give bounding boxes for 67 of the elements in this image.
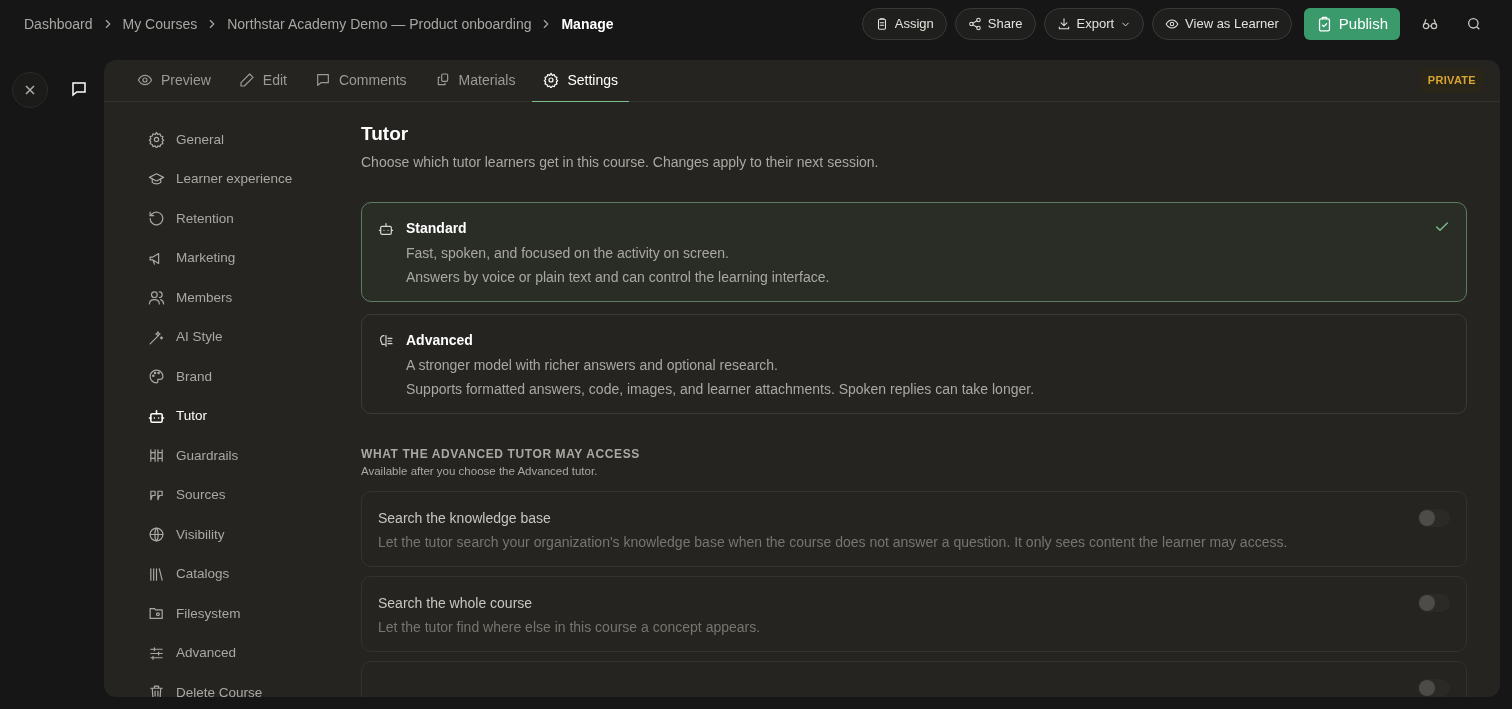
robot-icon bbox=[378, 221, 394, 237]
pencil-icon bbox=[238, 72, 255, 88]
breadcrumb-link[interactable]: My Courses bbox=[122, 13, 198, 35]
sidebar-item[interactable]: Retention bbox=[148, 199, 361, 239]
breadcrumb-link[interactable]: Northstar Academy Demo — Product onboarding bbox=[227, 13, 532, 35]
option-title: Standard bbox=[406, 219, 468, 237]
access-title: Search the knowledge base bbox=[378, 509, 552, 527]
sidebar-item[interactable]: Brand bbox=[148, 357, 361, 397]
people-icon bbox=[148, 289, 165, 307]
option-description: Fast, spoken, and focused on the activity on screen. bbox=[406, 244, 730, 263]
globe-icon bbox=[148, 526, 165, 544]
palette-icon bbox=[148, 368, 165, 386]
option-title: Advanced bbox=[406, 331, 474, 349]
gear-icon bbox=[148, 131, 165, 149]
sidebar-item[interactable]: Learner experience bbox=[148, 159, 361, 199]
close-icon bbox=[24, 84, 36, 96]
gear-icon bbox=[543, 72, 560, 88]
sidebar-item[interactable]: Advanced bbox=[148, 633, 361, 673]
breadcrumb-link[interactable]: Dashboard bbox=[24, 13, 93, 35]
sidebar-item[interactable]: Marketing bbox=[148, 238, 361, 278]
action-button[interactable]: Export bbox=[1043, 8, 1145, 40]
private-badge: PRIVATE bbox=[1419, 68, 1484, 93]
sidebar-item[interactable]: Tutor bbox=[148, 396, 361, 436]
access-description: Let the tutor search your organization's knowledge base when the course does not answer a question. It only sees content the learner may access. bbox=[378, 533, 1289, 551]
share-icon bbox=[967, 17, 982, 31]
option-description: Supports formatted answers, code, images, and learner attachments. Spoken replies can take longer. bbox=[406, 380, 1036, 399]
fence-icon bbox=[148, 447, 165, 465]
comment-icon bbox=[314, 72, 331, 88]
sidebar-item[interactable]: Guardrails bbox=[148, 436, 361, 476]
sidebar-item[interactable]: Filesystem bbox=[148, 594, 361, 634]
option-description: Answers by voice or plain text and can control the learning interface. bbox=[406, 268, 831, 287]
robot-icon bbox=[148, 407, 165, 425]
section-title: Tutor bbox=[361, 122, 410, 146]
sidebar-item[interactable]: Sources bbox=[148, 475, 361, 515]
tutor-option[interactable]: Standard Fast, spoken, and focused on the activity on screen. Answers by voice or plain text and can control the learning interface. bbox=[361, 202, 1467, 302]
tab[interactable]: Materials bbox=[423, 60, 527, 102]
access-title: Search the whole course bbox=[378, 594, 534, 612]
action-button[interactable]: Share bbox=[954, 8, 1036, 40]
tab[interactable]: Comments bbox=[303, 60, 418, 102]
rotate-icon bbox=[148, 210, 165, 228]
option-description: A stronger model with richer answers and optional research. bbox=[406, 356, 779, 375]
access-note: Available after you choose the Advanced tutor. bbox=[361, 464, 599, 479]
tutor-option[interactable]: Advanced A stronger model with richer answers and optional research. Supports formatted answers, code, images, and learner attachments. Spoken replies can take longer. bbox=[361, 314, 1467, 414]
publish-button[interactable]: Publish bbox=[1303, 8, 1400, 40]
magic-wand-icon bbox=[148, 328, 165, 346]
sidebar-item[interactable]: Catalogs bbox=[148, 554, 361, 594]
library-icon bbox=[148, 565, 165, 583]
sliders-icon bbox=[148, 644, 165, 662]
section-description: Choose which tutor learners get in this course. Changes apply to their next session. bbox=[361, 153, 880, 172]
sidebar-item[interactable]: Visibility bbox=[148, 515, 361, 555]
action-button[interactable]: Assign bbox=[861, 8, 947, 40]
action-button[interactable]: View as Learner bbox=[1152, 8, 1292, 40]
access-description: Let the tutor find where else in this course a concept appears. bbox=[378, 618, 762, 636]
sidebar-item[interactable]: General bbox=[148, 120, 361, 160]
download-icon bbox=[1056, 17, 1071, 31]
graduation-cap-icon bbox=[148, 170, 165, 188]
access-heading: WHAT THE ADVANCED TUTOR MAY ACCESS bbox=[361, 446, 641, 462]
eye-icon bbox=[137, 72, 153, 88]
trash-icon bbox=[148, 684, 165, 697]
sidebar-item[interactable]: Delete Course bbox=[148, 673, 361, 697]
sidebar-item[interactable]: Members bbox=[148, 278, 361, 318]
close-button[interactable] bbox=[12, 72, 48, 108]
eye-icon bbox=[1165, 17, 1180, 31]
tab[interactable]: Edit bbox=[227, 60, 298, 102]
sidebar-item[interactable]: AI Style bbox=[148, 317, 361, 357]
tab[interactable]: Preview bbox=[126, 60, 222, 102]
tab[interactable]: Settings bbox=[532, 60, 629, 102]
